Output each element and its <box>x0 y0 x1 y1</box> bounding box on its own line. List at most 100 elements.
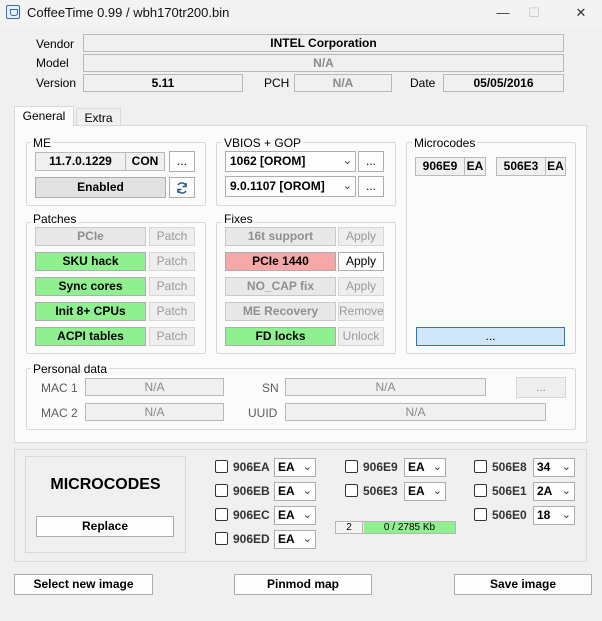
microcode-select[interactable]: EA ⌄ <box>274 506 316 525</box>
microcode-cpuid: 906E9 <box>415 157 465 176</box>
gop-select-value: 9.0.1107 [OROM] <box>230 179 325 193</box>
microcode-select[interactable]: EA ⌄ <box>274 482 316 501</box>
microcode-tag: EA <box>464 157 486 176</box>
vbios-group-title: VBIOS + GOP <box>222 136 304 150</box>
microcode-checkbox[interactable] <box>215 460 228 473</box>
microcode-select-value: 34 <box>537 460 551 474</box>
microcode-checkbox[interactable] <box>345 460 358 473</box>
fix-button[interactable]: Remove <box>338 302 384 321</box>
vbios-select[interactable]: 1062 [OROM] ⌄ <box>225 151 356 172</box>
fix-status-field: FD locks <box>225 327 336 346</box>
microcode-select-value: EA <box>278 508 295 522</box>
microcode-select[interactable]: 34 ⌄ <box>533 458 575 477</box>
patch-status-field: ACPI tables <box>35 327 146 346</box>
microcode-select-value: EA <box>278 460 295 474</box>
select-new-image-button[interactable]: Select new image <box>14 574 153 595</box>
title-bar: CoffeeTime 0.99 / wbh170tr200.bin — ☐ ✕ <box>0 0 602 26</box>
patch-status-field: Sync cores <box>35 277 146 296</box>
microcode-select-value: 18 <box>537 508 551 522</box>
microcode-cpuid: 506E3 <box>496 157 546 176</box>
microcode-select[interactable]: 2A ⌄ <box>533 482 575 501</box>
microcode-select[interactable]: EA ⌄ <box>404 482 446 501</box>
patch-button[interactable]: Patch <box>149 227 195 246</box>
patches-group-title: Patches <box>31 212 79 226</box>
microcodes-more-button[interactable]: ... <box>416 327 565 346</box>
microcode-select-value: EA <box>278 532 295 546</box>
microcode-checkbox[interactable] <box>215 532 228 545</box>
sn-field: N/A <box>285 378 486 396</box>
chevron-down-icon: ⌄ <box>561 509 571 521</box>
microcode-select[interactable]: EA ⌄ <box>274 458 316 477</box>
microcode-cpuid-label: 906EA <box>233 460 270 474</box>
microcode-select-value: 2A <box>537 484 553 498</box>
microcode-checkbox[interactable] <box>345 484 358 497</box>
minimize-button[interactable]: — <box>488 3 518 23</box>
patch-button[interactable]: Patch <box>149 327 195 346</box>
me-more-button[interactable]: ... <box>169 151 195 172</box>
personal-more-button[interactable]: ... <box>516 377 566 398</box>
mac1-field: N/A <box>85 378 224 396</box>
microcode-tag: EA <box>545 157 566 176</box>
microcode-checkbox[interactable] <box>474 460 487 473</box>
model-field: N/A <box>83 54 564 72</box>
microcode-select[interactable]: 18 ⌄ <box>533 506 575 525</box>
vendor-field: INTEL Corporation <box>83 34 564 52</box>
vendor-label: Vendor <box>36 37 75 51</box>
microcode-cpuid-label: 906ED <box>233 532 270 546</box>
microcode-select[interactable]: EA ⌄ <box>404 458 446 477</box>
patch-button[interactable]: Patch <box>149 252 195 271</box>
fix-button[interactable]: Unlock <box>338 327 384 346</box>
microcode-checkbox[interactable] <box>474 484 487 497</box>
microcodes-heading: MICROCODES <box>50 476 161 493</box>
microcode-select[interactable]: EA ⌄ <box>274 530 316 549</box>
sn-label: SN <box>262 381 279 395</box>
microcode-checkbox[interactable] <box>215 508 228 521</box>
chevron-down-icon: ⌄ <box>302 485 312 497</box>
gop-more-button[interactable]: ... <box>358 176 384 197</box>
microcode-checkbox[interactable] <box>215 484 228 497</box>
microcode-select-value: EA <box>408 460 425 474</box>
microcode-cpuid-label: 506E8 <box>492 460 527 474</box>
refresh-icon <box>177 182 187 194</box>
refresh-button[interactable] <box>169 177 195 198</box>
patch-status-field: Init 8+ CPUs <box>35 302 146 321</box>
chevron-down-icon: ⌄ <box>561 461 571 473</box>
microcodes-group-title: Microcodes <box>412 136 478 150</box>
vbios-more-button[interactable]: ... <box>358 151 384 172</box>
personal-data-title: Personal data <box>31 362 110 376</box>
uuid-field: N/A <box>285 403 546 421</box>
microcode-checkbox[interactable] <box>474 508 487 521</box>
date-field: 05/05/2016 <box>443 74 564 92</box>
me-state-button[interactable]: Enabled <box>35 177 166 198</box>
save-image-button[interactable]: Save image <box>454 574 592 595</box>
microcode-cpuid-label: 906E9 <box>363 460 398 474</box>
fix-button[interactable]: Apply <box>338 227 384 246</box>
version-label: Version <box>36 76 77 90</box>
pinmod-map-button[interactable]: Pinmod map <box>234 574 372 595</box>
close-button[interactable]: ✕ <box>566 3 596 23</box>
patch-status-field: PCIe <box>35 227 146 246</box>
fix-status-field: NO_CAP fix <box>225 277 336 296</box>
patch-button[interactable]: Patch <box>149 277 195 296</box>
version-field: 5.11 <box>83 74 243 92</box>
me-version-field: 11.7.0.1229 <box>35 152 126 171</box>
microcode-cpuid-label: 906EC <box>233 508 270 522</box>
fixes-group-title: Fixes <box>222 212 255 226</box>
usage-bar: 2 0 / 2785 Kb <box>335 521 456 534</box>
usage-text: 0 / 2785 Kb <box>364 522 455 533</box>
microcode-cpuid-label: 506E0 <box>492 508 527 522</box>
chevron-down-icon: ⌄ <box>302 461 312 473</box>
pch-field: N/A <box>294 74 392 92</box>
model-label: Model <box>36 56 69 70</box>
chevron-down-icon: ⌄ <box>561 485 571 497</box>
maximize-button[interactable]: ☐ <box>519 3 549 23</box>
replace-button[interactable]: Replace <box>36 516 174 537</box>
chevron-down-icon: ⌄ <box>342 180 352 192</box>
fix-status-field: PCIe 1440 <box>225 252 336 271</box>
microcode-cpuid-label: 906EB <box>233 484 270 498</box>
fix-button[interactable]: Apply <box>338 277 384 296</box>
fix-button[interactable]: Apply <box>338 252 384 271</box>
patch-button[interactable]: Patch <box>149 302 195 321</box>
tab-general[interactable]: General <box>14 106 74 126</box>
gop-select[interactable]: 9.0.1107 [OROM] ⌄ <box>225 176 356 197</box>
